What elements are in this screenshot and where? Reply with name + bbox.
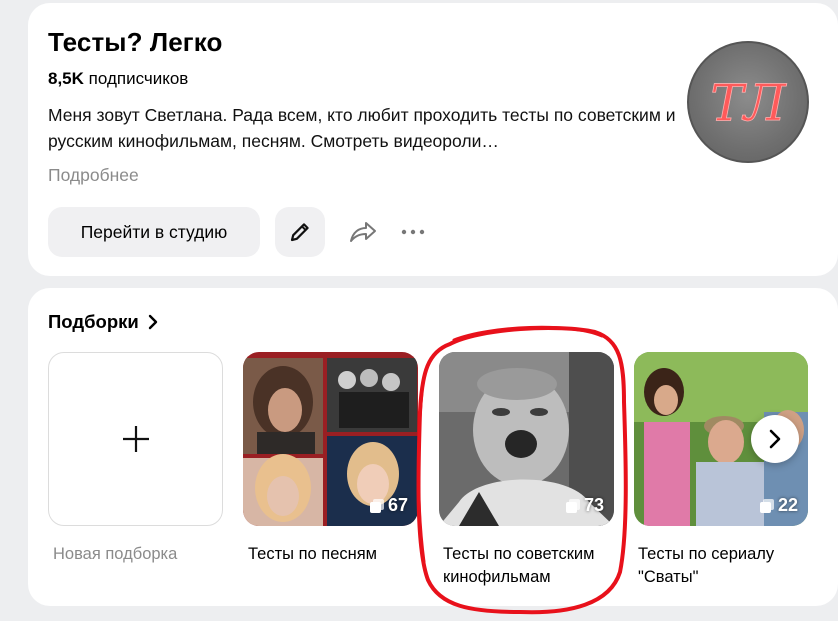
collections-header-link[interactable]: Подборки (48, 311, 159, 333)
plus-icon (122, 426, 149, 452)
edit-button[interactable] (275, 207, 325, 257)
chevron-right-icon (769, 429, 781, 449)
more-options-button[interactable] (398, 217, 428, 247)
share-icon (350, 222, 376, 242)
stack-icon (369, 498, 384, 513)
collections-card: Подборки Новая подборка 67 Тесты по песн… (28, 288, 838, 606)
stack-icon (759, 498, 774, 513)
stack-icon (565, 498, 580, 513)
share-button[interactable] (346, 217, 380, 247)
channel-title: Тесты? Легко (48, 27, 223, 57)
chevron-right-icon (148, 314, 157, 330)
tile-count: 22 (759, 495, 798, 516)
collection-label-svaty: Тесты по сериалу "Сваты" (638, 545, 775, 586)
subscribers: 8,5K подписчиков (48, 69, 188, 89)
more-dots-icon (401, 229, 425, 235)
tile-count-value: 73 (583, 495, 604, 515)
more-link[interactable]: Подробнее (48, 165, 139, 186)
collection-label-soviet-films: Тесты по советским кинофильмам (443, 545, 595, 586)
pencil-icon (290, 223, 309, 242)
new-collection-tile[interactable] (48, 352, 223, 526)
avatar-text: ТЛ (710, 73, 788, 132)
collection-tile-songs[interactable]: 67 (243, 352, 418, 526)
avatar-logo: ТЛ (710, 73, 788, 133)
subscribers-label: подписчиков (88, 69, 189, 88)
new-collection-label: Новая подборка (53, 545, 178, 563)
tile-count: 73 (565, 495, 604, 516)
avatar[interactable]: ТЛ (687, 41, 809, 163)
go-to-studio-button[interactable]: Перейти в студию (48, 207, 260, 257)
tile-count: 67 (369, 495, 408, 516)
collections-title: Подборки (48, 311, 139, 332)
tile-count-value: 22 (777, 495, 798, 515)
subscribers-count: 8,5K (48, 69, 84, 88)
collection-label-songs: Тесты по песням (248, 545, 378, 563)
channel-card: Тесты? Легко 8,5K подписчиков Меня зовут… (28, 3, 838, 276)
channel-description: Меня зовут Светлана. Рада всем, кто люби… (48, 105, 676, 151)
collection-tile-soviet-films[interactable]: 73 (439, 352, 614, 526)
carousel-next-button[interactable] (751, 415, 799, 463)
tile-count-value: 67 (387, 495, 408, 515)
